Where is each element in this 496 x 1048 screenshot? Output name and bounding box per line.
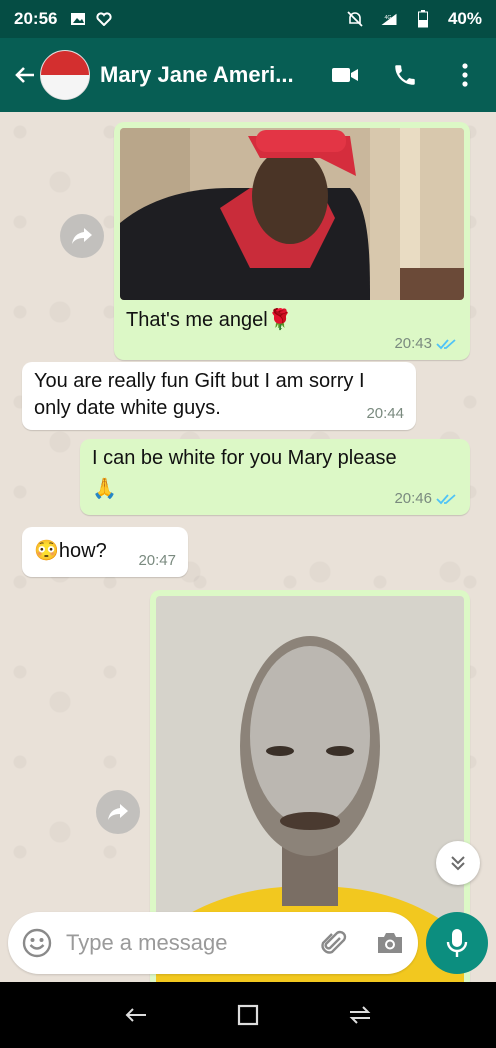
mute-icon <box>346 11 364 27</box>
emoji-icon <box>22 928 52 958</box>
more-options-button[interactable] <box>450 55 480 95</box>
message-time: 20:44 <box>366 405 404 422</box>
contact-name[interactable]: Mary Jane Ameri... <box>100 62 310 88</box>
battery-icon <box>414 10 432 28</box>
video-call-icon <box>332 68 358 82</box>
contact-avatar[interactable] <box>40 50 90 100</box>
voice-record-button[interactable] <box>426 912 488 974</box>
message-line: 🙏 <box>92 478 117 500</box>
nav-home-button[interactable] <box>228 995 268 1035</box>
message-meta: 20:46 <box>394 490 458 507</box>
read-ticks-icon <box>436 338 456 349</box>
chat-area[interactable]: That's me angel🌹 20:43 You are really fu… <box>0 112 496 982</box>
forward-icon <box>72 228 92 244</box>
read-ticks-icon <box>436 493 456 504</box>
video-call-button[interactable] <box>330 55 360 95</box>
back-button[interactable] <box>10 55 40 95</box>
message-time: 20:47 <box>138 552 176 569</box>
message-composer[interactable]: Type a message <box>8 912 418 974</box>
forward-icon <box>108 804 128 820</box>
outgoing-image-message[interactable]: That's me angel🌹 20:43 <box>114 122 470 360</box>
image-caption: That's me angel🌹 <box>126 309 293 331</box>
more-options-icon <box>462 63 468 87</box>
forward-button[interactable] <box>60 214 104 258</box>
message-line: I can be white for you Mary please <box>92 447 397 469</box>
message-line: 😳how? <box>34 540 107 562</box>
system-nav-bar <box>0 982 496 1048</box>
message-time: 20:46 <box>394 490 432 507</box>
voice-call-button[interactable] <box>390 55 420 95</box>
status-bar: 20:56 4G 40% <box>0 0 496 38</box>
camera-button[interactable] <box>376 930 404 956</box>
message-line: only date white guys. <box>34 397 221 419</box>
chat-header: Mary Jane Ameri... <box>0 38 496 112</box>
message-meta: 20:43 <box>394 335 458 352</box>
svg-text:4G: 4G <box>384 15 391 21</box>
message-line: You are really fun Gift but I am sorry I <box>34 370 365 392</box>
heart-notification-icon <box>95 11 113 27</box>
incoming-text-message[interactable]: 😳how? 20:47 <box>22 527 188 577</box>
emoji-button[interactable] <box>22 928 52 958</box>
message-input[interactable]: Type a message <box>66 930 227 956</box>
nav-recents-button[interactable] <box>340 995 380 1035</box>
scroll-to-bottom-button[interactable] <box>436 841 480 885</box>
status-time: 20:56 <box>14 9 58 28</box>
nav-back-icon <box>125 1008 146 1022</box>
forward-button[interactable] <box>96 790 140 834</box>
sent-photo[interactable] <box>120 128 464 300</box>
signal-icon: 4G <box>380 11 398 27</box>
nav-recents-icon <box>349 1006 371 1024</box>
nav-square-icon <box>237 1004 259 1026</box>
camera-icon <box>378 933 402 953</box>
message-meta: 20:44 <box>366 405 404 422</box>
phone-icon <box>395 65 415 85</box>
gallery-notification-icon <box>69 11 87 27</box>
battery-level: 40% <box>447 9 482 28</box>
incoming-text-message[interactable]: You are really fun Gift but I am sorry I… <box>22 362 416 430</box>
status-right: 4G 40% <box>346 9 482 29</box>
scroll-down-icon <box>451 856 465 871</box>
nav-back-button[interactable] <box>116 995 156 1035</box>
back-arrow-icon <box>15 67 34 83</box>
outgoing-text-message[interactable]: I can be white for you Mary please 🙏 20:… <box>80 439 470 515</box>
attach-icon <box>321 930 347 954</box>
message-time: 20:43 <box>394 335 432 352</box>
message-meta: 20:47 <box>138 552 176 569</box>
mic-icon <box>446 929 468 957</box>
attach-button[interactable] <box>320 929 348 957</box>
